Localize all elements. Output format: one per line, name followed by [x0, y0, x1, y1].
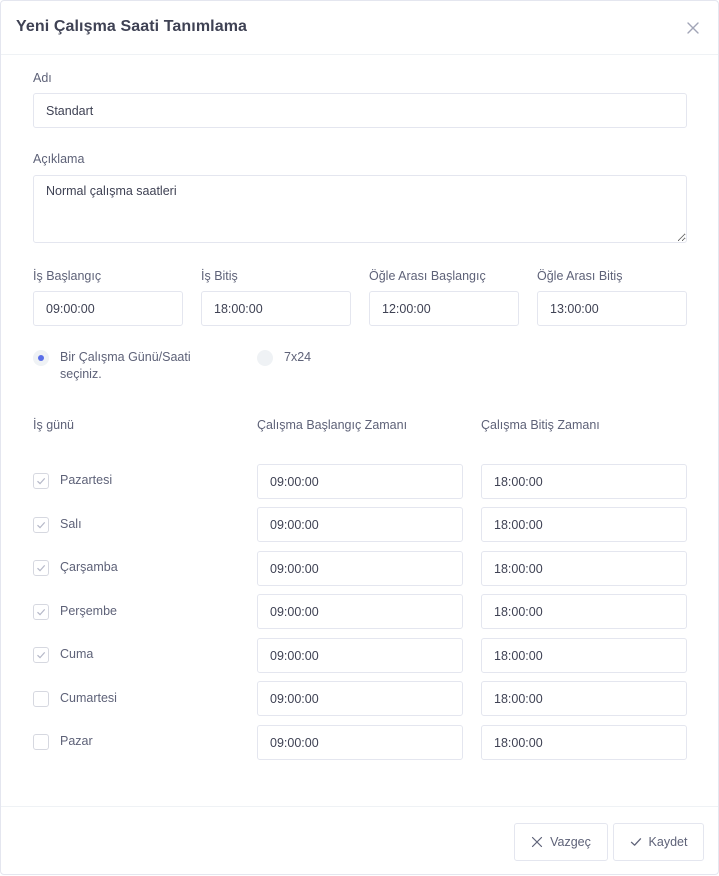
end-column-header: Çalışma Bitiş Zamanı [481, 418, 600, 432]
day-end-input[interactable] [481, 464, 687, 499]
dialog-footer: Vazgeç Kaydet [1, 806, 718, 876]
name-label: Adı [33, 71, 52, 85]
day-label[interactable]: Perşembe [60, 604, 117, 618]
day-checkbox[interactable] [33, 647, 49, 663]
day-label[interactable]: Pazar [60, 734, 93, 748]
working-hours-dialog: Yeni Çalışma Saati Tanımlama Adı Açıklam… [0, 0, 719, 875]
lunch-end-input[interactable] [537, 291, 687, 326]
radio-247[interactable] [257, 350, 273, 366]
day-label[interactable]: Cuma [60, 647, 93, 661]
check-icon [37, 477, 46, 485]
lunch-start-label: Öğle Arası Başlangıç [369, 269, 486, 283]
day-start-input[interactable] [257, 594, 463, 629]
day-end-input[interactable] [481, 681, 687, 716]
day-checkbox[interactable] [33, 560, 49, 576]
day-label[interactable]: Çarşamba [60, 560, 118, 574]
work-start-label: İş Başlangıç [33, 269, 102, 283]
day-end-input[interactable] [481, 725, 687, 760]
save-button[interactable]: Kaydet [613, 823, 704, 861]
cancel-button[interactable]: Vazgeç [514, 823, 608, 861]
day-checkbox[interactable] [33, 734, 49, 750]
work-end-input[interactable] [201, 291, 351, 326]
day-checkbox[interactable] [33, 691, 49, 707]
cancel-button-label: Vazgeç [550, 835, 591, 849]
check-icon [630, 838, 641, 846]
close-icon [532, 836, 543, 848]
lunch-end-label: Öğle Arası Bitiş [537, 269, 623, 283]
close-button[interactable] [685, 20, 701, 36]
radio-custom-schedule[interactable] [33, 350, 49, 366]
day-start-input[interactable] [257, 464, 463, 499]
day-column-header: İş günü [33, 418, 75, 432]
check-icon [37, 521, 46, 529]
day-start-input[interactable] [257, 551, 463, 586]
check-icon [37, 651, 46, 659]
dialog-title: Yeni Çalışma Saati Tanımlama [16, 18, 248, 35]
day-end-input[interactable] [481, 594, 687, 629]
day-label[interactable]: Cumartesi [60, 691, 117, 705]
day-start-input[interactable] [257, 681, 463, 716]
day-label[interactable]: Salı [60, 517, 82, 531]
dialog-header: Yeni Çalışma Saati Tanımlama [1, 1, 718, 55]
day-start-input[interactable] [257, 725, 463, 760]
day-checkbox[interactable] [33, 473, 49, 489]
day-end-input[interactable] [481, 551, 687, 586]
save-button-label: Kaydet [648, 835, 688, 849]
name-input[interactable] [33, 93, 687, 128]
day-label[interactable]: Pazartesi [60, 473, 112, 487]
day-checkbox[interactable] [33, 604, 49, 620]
day-checkbox[interactable] [33, 517, 49, 533]
radio-247-label[interactable]: 7x24 [284, 349, 311, 366]
description-textarea[interactable]: Normal çalışma saatleri [33, 175, 687, 243]
day-start-input[interactable] [257, 638, 463, 673]
day-end-input[interactable] [481, 507, 687, 542]
check-icon [37, 564, 46, 572]
close-icon [687, 22, 699, 34]
day-start-input[interactable] [257, 507, 463, 542]
lunch-start-input[interactable] [369, 291, 519, 326]
day-end-input[interactable] [481, 638, 687, 673]
start-column-header: Çalışma Başlangıç Zamanı [257, 418, 408, 432]
description-label: Açıklama [33, 152, 85, 166]
radio-custom-schedule-label[interactable]: Bir Çalışma Günü/Saati seçiniz. [60, 349, 191, 383]
work-start-input[interactable] [33, 291, 183, 326]
work-end-label: İş Bitiş [201, 269, 238, 283]
check-icon [37, 608, 46, 616]
